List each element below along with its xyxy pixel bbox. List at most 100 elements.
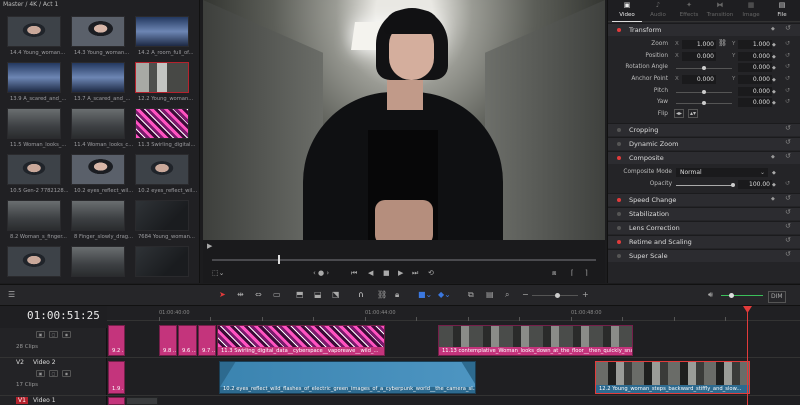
opacity-slider-knob[interactable]	[731, 183, 735, 187]
tab-video[interactable]: ▣ Video	[612, 0, 642, 22]
section-stabilization[interactable]: Stabilization ↺	[608, 207, 800, 220]
zoom-detail-icon[interactable]: ▤	[486, 290, 494, 300]
media-pool-clip[interactable]: 10.2 eyes_reflect_wil...	[130, 151, 197, 197]
media-pool-clip[interactable]: 7684 Young_woman...	[130, 197, 195, 243]
timeline-playhead[interactable]	[747, 306, 748, 405]
section-enabled-dot[interactable]	[617, 240, 621, 244]
position-x-field[interactable]: 0.000	[682, 52, 716, 61]
reset-icon[interactable]: ↺	[785, 138, 791, 146]
play-marker-icon[interactable]: ▶	[207, 241, 212, 251]
stop-icon[interactable]: ■	[383, 268, 390, 278]
section-lens-correction[interactable]: Lens Correction ↺	[608, 221, 800, 234]
auto-select-icon[interactable]: ▢	[49, 370, 58, 377]
media-pool-clip[interactable]: 10.2 eyes_reflect_wil...	[66, 151, 133, 197]
timeline-clip[interactable]	[126, 397, 158, 405]
reset-icon[interactable]: ↺	[785, 63, 790, 70]
trim-tool-icon[interactable]: ⇹	[237, 290, 244, 300]
viewer-frame-image[interactable]	[203, 0, 605, 240]
keyframe-diamond-icon[interactable]: ◆	[772, 65, 776, 71]
volume-slider[interactable]	[721, 295, 763, 296]
mark-out-icon[interactable]: ⌉	[585, 268, 588, 278]
media-pool-clip[interactable]: 12.2 Young_woman...	[130, 59, 193, 105]
section-transform[interactable]: Transform ◆ ↺	[608, 23, 800, 36]
auto-select-icon[interactable]: ▢	[49, 331, 58, 338]
timeline-clip[interactable]: 10.2 eyes_reflect_wild_flashes_of_electr…	[219, 361, 476, 394]
anchor-y-field[interactable]: 0.000	[738, 75, 772, 84]
timeline-clip[interactable]: 11.13 contemplative_Woman_looks_down_at_…	[438, 325, 633, 356]
keyframe-diamond-icon[interactable]: ◆	[772, 54, 776, 60]
timeline-clip[interactable]: 11.3 Swirling_digital_data__cyberspace__…	[217, 325, 385, 356]
media-pool-breadcrumb[interactable]: Master / 4K / Act 1	[3, 1, 58, 8]
section-enabled-dot[interactable]	[617, 142, 621, 146]
reset-icon[interactable]: ↺	[785, 75, 790, 82]
reset-icon[interactable]: ↺	[785, 87, 790, 94]
enable-track-icon[interactable]: ◉	[62, 331, 71, 338]
scrubber-playhead[interactable]	[278, 255, 280, 264]
section-enabled-dot[interactable]	[617, 28, 621, 32]
yaw-field[interactable]: 0.000	[738, 98, 772, 107]
reset-icon[interactable]: ↺	[785, 52, 790, 59]
timeline-clip[interactable]: 9.2 ...	[108, 325, 125, 356]
overwrite-clip-icon[interactable]: ⬓	[314, 290, 322, 300]
dynamic-trim-icon[interactable]: ⇔	[255, 290, 262, 300]
play-reverse-icon[interactable]: ◀	[368, 268, 373, 278]
replace-clip-icon[interactable]: ⬔	[332, 290, 340, 300]
keyframe-diamond-icon[interactable]: ◆	[772, 77, 776, 83]
opacity-slider[interactable]	[676, 185, 734, 186]
keyframe-diamond-icon[interactable]: ◆	[772, 42, 776, 48]
timeline-clip[interactable]: 1.9 ...	[108, 361, 125, 394]
anchor-x-field[interactable]: 0.000	[682, 75, 716, 84]
selection-tool-icon[interactable]: ➤	[219, 290, 226, 300]
timeline-clip[interactable]	[108, 397, 125, 405]
insert-clip-icon[interactable]: ⬒	[296, 290, 304, 300]
media-pool-clip[interactable]	[130, 243, 189, 289]
media-pool-clip[interactable]: 13.9 A_scared_and_...	[2, 59, 66, 105]
snapping-icon[interactable]: ∩	[358, 290, 364, 300]
reset-icon[interactable]: ↺	[785, 208, 791, 216]
media-pool-clip[interactable]: 10.5 Gen-2 7782128...	[2, 151, 69, 197]
zoom-custom-icon[interactable]: ⌕	[505, 290, 509, 300]
match-frame-icon[interactable]: ⧈	[552, 268, 556, 278]
section-dynamic-zoom[interactable]: Dynamic Zoom ↺	[608, 137, 800, 150]
section-speed-change[interactable]: Speed Change ◆ ↺	[608, 193, 800, 206]
flag-icon[interactable]: ■⌄	[418, 290, 432, 300]
track-v2-name[interactable]: Video 2	[33, 359, 56, 366]
reset-icon[interactable]: ↺	[785, 194, 791, 202]
section-retime-scaling[interactable]: Retime and Scaling ↺	[608, 235, 800, 248]
section-enabled-dot[interactable]	[617, 254, 621, 258]
timeline-zoom-knob[interactable]	[555, 293, 560, 298]
section-enabled-dot[interactable]	[617, 198, 621, 202]
tab-transition[interactable]: ⧓ Transition	[705, 0, 735, 22]
pitch-slider-knob[interactable]	[702, 90, 706, 94]
pitch-field[interactable]: 0.000	[738, 87, 772, 96]
transform-icon[interactable]: ⬚⌄	[212, 268, 224, 278]
timeline-timecode[interactable]: 01:00:51:25	[27, 309, 100, 322]
mark-in-icon[interactable]: ⌈	[571, 268, 574, 278]
loop-icon[interactable]: ⟲	[428, 268, 434, 278]
media-pool-clip[interactable]	[2, 243, 61, 289]
media-pool-clip[interactable]: 8 Finger_slowly_drag...	[66, 197, 133, 243]
timeline-clip[interactable]: 9.6 ...	[178, 325, 197, 356]
section-composite[interactable]: Composite ◆ ↺	[608, 151, 800, 164]
speaker-icon[interactable]: 🔊︎	[708, 290, 713, 300]
linked-selection-icon[interactable]: ⛓	[377, 290, 387, 300]
reset-icon[interactable]: ↺	[785, 40, 790, 47]
keyframe-diamond-icon[interactable]: ◆	[772, 170, 776, 176]
zoom-y-field[interactable]: 1.000	[738, 40, 772, 49]
rotation-field[interactable]: 0.000	[738, 63, 772, 72]
volume-knob[interactable]	[729, 293, 734, 298]
media-pool-clip[interactable]: 14.2 A_room_full_of...	[130, 13, 194, 59]
media-pool-clip[interactable]: 14.3 Young_woman...	[66, 13, 129, 59]
reset-icon[interactable]: ↺	[785, 222, 791, 230]
tab-effects[interactable]: ✦ Effects	[674, 0, 704, 22]
play-icon[interactable]: ▶	[398, 268, 403, 278]
media-pool-clip[interactable]: 14.4 Young_woman...	[2, 13, 65, 59]
keyframe-diamond-icon[interactable]: ◆	[771, 196, 775, 202]
keyframe-diamond-icon[interactable]: ◆	[772, 100, 776, 106]
track-v2-id[interactable]: V2	[16, 359, 24, 366]
track-v1-name[interactable]: Video 1	[33, 397, 56, 404]
dim-button[interactable]: DIM	[768, 291, 786, 303]
opacity-field[interactable]: 100.00	[738, 180, 772, 189]
timeline-clip[interactable]: 9.7 ...	[198, 325, 216, 356]
skip-forward-icon[interactable]: ⏭	[412, 268, 418, 278]
